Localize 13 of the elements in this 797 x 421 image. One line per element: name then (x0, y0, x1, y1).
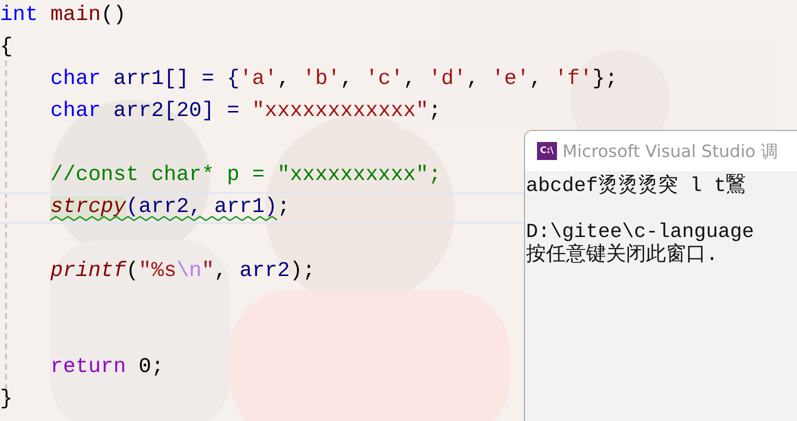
code-line: //const char* p = "xxxxxxxxxx"; (50, 163, 442, 189)
console-output: 按任意键关闭此窗口. (526, 244, 720, 267)
console-output: D:\gitee\c-language (526, 221, 756, 244)
code-line: int main() (0, 3, 126, 29)
console-output: abcdef烫烫烫突 l t鷖 (526, 175, 748, 198)
code-line: { (0, 35, 13, 61)
code-line: char arr2[20] = "xxxxxxxxxxxx"; (50, 99, 442, 125)
code-line: char arr1[] = {'a', 'b', 'c', 'd', 'e', 'f'}; (50, 67, 618, 93)
code-line: printf("%s\n", arr2); (50, 259, 316, 285)
console-icon: C:\ (537, 142, 556, 160)
code-line: return 0; (50, 355, 164, 381)
window-title: Microsoft Visual Studio 调 (562, 140, 778, 162)
code-line: } (0, 387, 13, 413)
